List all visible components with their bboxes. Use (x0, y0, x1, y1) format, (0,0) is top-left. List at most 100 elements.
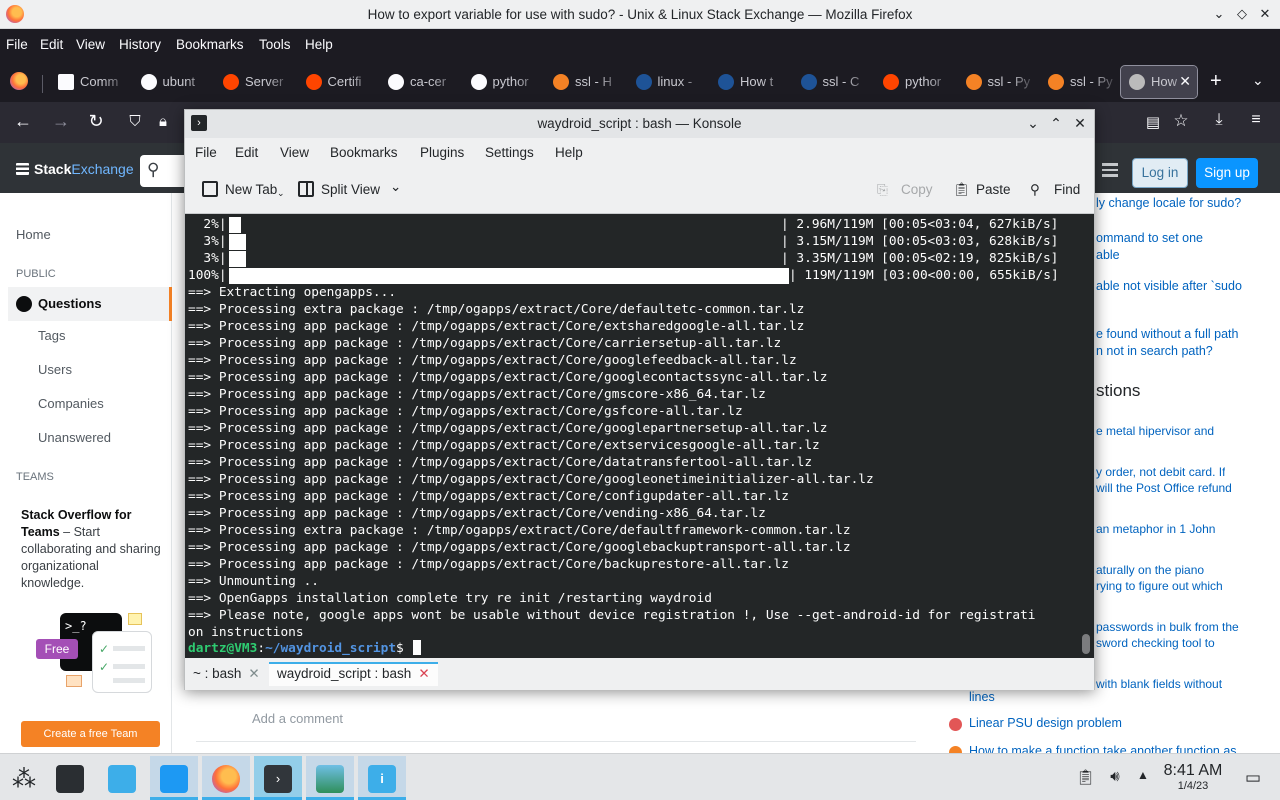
hot-question-linear-psu[interactable]: Linear PSU design problem (969, 716, 1122, 730)
konsole-menu-bookmarks[interactable]: Bookmarks (330, 145, 398, 160)
browser-tab[interactable]: ssl - Py (1040, 66, 1120, 98)
konsole-menu-edit[interactable]: Edit (235, 145, 258, 160)
clipboard-icon[interactable]: 📋︎ (1076, 768, 1095, 786)
minimize-icon[interactable]: ⌄ (1024, 114, 1042, 132)
nav-companies[interactable]: Companies (38, 396, 104, 411)
create-team-button[interactable]: Create a free Team (21, 721, 160, 747)
browser-tab[interactable]: Server (215, 66, 295, 98)
taskbar-info-center[interactable]: i (358, 756, 406, 800)
close-tab-icon[interactable]: ✕ (1179, 73, 1191, 90)
maximize-icon[interactable]: ⌃ (1047, 114, 1065, 132)
hot-question-fragment[interactable]: aturally on the piano (1096, 562, 1204, 579)
browser-tab[interactable]: How ✕ (1120, 65, 1198, 99)
konsole-tab-home[interactable]: ~ : bash ✕ (193, 662, 260, 686)
browser-tab[interactable]: ca-cer (380, 66, 460, 98)
reload-icon[interactable]: ↻ (85, 111, 107, 132)
taskbar-system-settings[interactable] (46, 756, 94, 800)
linked-question-3[interactable]: able not visible after `sudo (1096, 278, 1242, 295)
hot-question-fragment[interactable]: with blank fields without (1096, 676, 1222, 693)
expand-tray-icon[interactable]: ▲ (1134, 768, 1152, 786)
reader-view-icon[interactable]: ▤ (1142, 113, 1164, 131)
hot-question-fragment[interactable]: passwords in bulk from the (1096, 619, 1239, 636)
browser-tab[interactable]: ssl - Py (958, 66, 1038, 98)
hot-question-fragment[interactable]: will the Post Office refund (1096, 480, 1232, 497)
browser-tab[interactable]: ssl - C (793, 66, 873, 98)
hot-question-fragment[interactable]: sword checking tool to (1096, 635, 1215, 652)
konsole-menu-help[interactable]: Help (555, 145, 583, 160)
browser-tab[interactable]: ssl - H (545, 66, 625, 98)
login-button[interactable]: Log in (1132, 158, 1188, 188)
shield-icon[interactable]: ⛉ (124, 113, 146, 130)
stackexchange-logo[interactable]: StackExchange (16, 161, 134, 177)
hot-question-fragment[interactable]: lines (969, 690, 995, 704)
site-switcher-icon[interactable] (1102, 163, 1118, 177)
taskbar-gwenview[interactable] (306, 756, 354, 800)
hot-question-fragment[interactable]: y order, not debit card. If (1096, 464, 1225, 481)
taskbar-firefox[interactable] (202, 756, 250, 800)
linked-question-4a[interactable]: e found without a full path (1096, 326, 1238, 343)
konsole-menu-plugins[interactable]: Plugins (420, 145, 464, 160)
nav-tags[interactable]: Tags (38, 328, 65, 343)
nav-users[interactable]: Users (38, 362, 72, 377)
paste-button[interactable]: Paste (976, 182, 1011, 197)
browser-tab[interactable]: Certifi (298, 66, 378, 98)
bookmark-star-icon[interactable]: ☆ (1170, 111, 1192, 131)
maximize-icon[interactable]: ◇ (1233, 5, 1251, 23)
close-tab-icon[interactable]: ✕ (418, 666, 429, 681)
clock[interactable]: 8:41 AM 1/4/23 (1160, 762, 1226, 792)
app-launcher[interactable]: ⁂ (0, 756, 48, 800)
menu-tools[interactable]: Tools (259, 37, 291, 52)
menu-view[interactable]: View (76, 37, 105, 52)
find-button[interactable]: Find (1054, 182, 1080, 197)
downloads-icon[interactable]: ⤓ (1208, 111, 1230, 129)
app-menu-icon[interactable]: ≡ (1245, 111, 1267, 129)
menu-bookmarks[interactable]: Bookmarks (176, 37, 244, 52)
nav-questions[interactable]: Questions (8, 287, 172, 321)
lock-icon[interactable]: 🔒︎ (152, 113, 174, 130)
new-tab-button[interactable]: New Tab (225, 182, 277, 197)
taskbar-konsole[interactable]: › (254, 756, 302, 800)
taskbar-discover[interactable] (98, 756, 146, 800)
copy-button[interactable]: Copy (901, 182, 933, 197)
close-icon[interactable]: ✕ (1256, 5, 1274, 23)
browser-tab[interactable]: Comm (50, 66, 130, 98)
chevron-down-icon[interactable]: ⌄ (390, 179, 401, 195)
taskbar-dolphin[interactable] (150, 756, 198, 800)
forward-icon[interactable]: → (50, 111, 72, 132)
konsole-menu-view[interactable]: View (280, 145, 309, 160)
list-tabs-icon[interactable]: ⌄ (1252, 72, 1264, 89)
split-view-button[interactable]: Split View (321, 182, 380, 197)
konsole-menu-settings[interactable]: Settings (485, 145, 534, 160)
menu-file[interactable]: File (6, 37, 28, 52)
linked-question-2a[interactable]: ommand to set one (1096, 230, 1203, 247)
minimize-icon[interactable]: ⌄ (1210, 5, 1228, 23)
browser-tab[interactable]: How t (710, 66, 790, 98)
browser-tab[interactable]: pythor (875, 66, 955, 98)
chevron-down-icon[interactable]: ⌄ (277, 188, 285, 199)
firefox-view-icon[interactable] (10, 72, 28, 90)
close-tab-icon[interactable]: ✕ (248, 666, 259, 681)
menu-help[interactable]: Help (305, 37, 333, 52)
show-desktop-icon[interactable]: ▭ (1244, 768, 1262, 787)
hot-question-fragment[interactable]: an metaphor in 1 John (1096, 521, 1215, 538)
browser-tab[interactable]: pythor (463, 66, 543, 98)
browser-tab[interactable]: linux - (628, 66, 708, 98)
scrollbar-handle[interactable] (1082, 634, 1090, 654)
konsole-tab-waydroid[interactable]: waydroid_script : bash ✕ (269, 662, 438, 686)
nav-home[interactable]: Home (16, 227, 51, 242)
linked-question-1[interactable]: ly change locale for sudo? (1096, 195, 1241, 212)
close-icon[interactable]: ✕ (1071, 114, 1089, 132)
menu-edit[interactable]: Edit (40, 37, 63, 52)
nav-unanswered[interactable]: Unanswered (38, 430, 111, 445)
hot-question-fragment[interactable]: rying to figure out which (1096, 578, 1223, 595)
volume-icon[interactable]: 🔊︎ (1106, 768, 1124, 786)
add-comment-link[interactable]: Add a comment (252, 711, 343, 726)
linked-question-2b[interactable]: able (1096, 247, 1120, 264)
new-tab-icon[interactable]: + (1210, 70, 1222, 93)
terminal-output[interactable]: 2%| | 2.96M/119M [00:05<03:04, 627kiB/s] … (185, 214, 1094, 658)
menu-history[interactable]: History (119, 37, 161, 52)
hot-question-fragment[interactable]: e metal hipervisor and (1096, 423, 1214, 440)
konsole-menu-file[interactable]: File (195, 145, 217, 160)
linked-question-4b[interactable]: n not in search path? (1096, 343, 1213, 360)
back-icon[interactable]: ← (12, 111, 34, 132)
